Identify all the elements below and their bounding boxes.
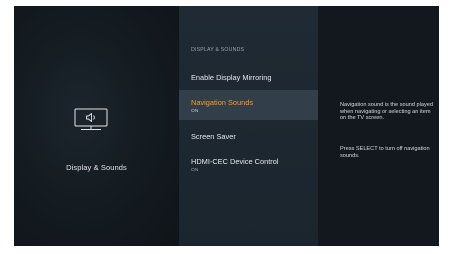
menu-item-status: ON: [191, 167, 199, 173]
description-text: Navigation sound is the sound played whe…: [340, 102, 433, 122]
menu-item-label: Enable Display Mirroring: [191, 73, 272, 82]
category-panel: Display & Sounds: [14, 6, 179, 246]
menu-item-label: Screen Saver: [191, 132, 236, 141]
description-hint: Press SELECT to turn off navigation soun…: [340, 146, 430, 159]
menu-item-label: HDMI-CEC Device Control: [191, 157, 279, 166]
menu-item-navigation-sounds[interactable]: Navigation Sounds ON: [179, 90, 318, 120]
section-title: DISPLAY & SOUNDS: [191, 47, 245, 53]
menu-item-screen-saver[interactable]: Screen Saver: [179, 124, 318, 148]
menu-item-status: ON: [191, 108, 199, 114]
menu-item-hdmi-cec-device-control[interactable]: HDMI-CEC Device Control ON: [179, 150, 318, 180]
category-label: Display & Sounds: [66, 163, 127, 172]
tv-speaker-icon: [74, 108, 108, 130]
tv-screen: Display & Sounds DISPLAY & SOUNDS Enable…: [14, 6, 439, 246]
settings-menu: DISPLAY & SOUNDS Enable Display Mirrorin…: [179, 6, 318, 246]
menu-item-label: Navigation Sounds: [191, 98, 254, 107]
menu-item-enable-display-mirroring[interactable]: Enable Display Mirroring: [179, 64, 318, 90]
description-panel: Navigation sound is the sound played whe…: [318, 6, 439, 246]
